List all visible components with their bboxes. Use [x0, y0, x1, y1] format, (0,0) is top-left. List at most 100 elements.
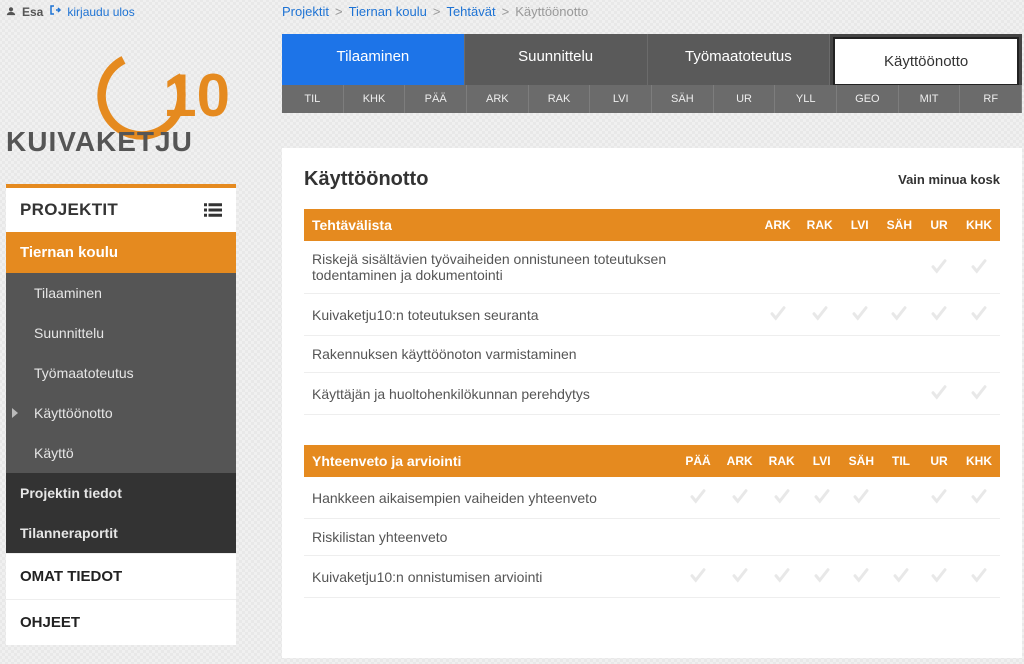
t2-header: Yhteenveto ja arviointi: [304, 445, 677, 477]
check-icon: [769, 309, 787, 325]
check-icon: [930, 309, 948, 325]
check-icon: [970, 262, 988, 278]
sidebar: PROJEKTIT Tiernan koulu Tilaaminen Suunn…: [6, 184, 236, 645]
t2-col-lvi: LVI: [803, 445, 841, 477]
main-tabs: Tilaaminen Suunnittelu Työmaatoteutus Kä…: [282, 34, 1022, 89]
sidebar-item-projektin-tiedot[interactable]: Projektin tiedot: [6, 473, 236, 513]
check-icon: [813, 492, 831, 508]
task-label: Kuivaketju10:n toteutuksen seuranta: [304, 294, 757, 336]
filter-toggle[interactable]: Vain minua kosk: [898, 172, 1000, 187]
check-icon: [689, 571, 707, 587]
table-row[interactable]: Riskejä sisältävien työvaiheiden onnistu…: [304, 241, 1000, 294]
sidebar-item-kaytto[interactable]: Käyttö: [6, 433, 236, 473]
role-sah[interactable]: SÄH: [652, 85, 714, 113]
username: Esa: [22, 5, 43, 19]
breadcrumb-projektit[interactable]: Projektit: [282, 4, 329, 19]
table-row[interactable]: Rakennuksen käyttöönoton varmistaminen: [304, 336, 1000, 373]
check-icon: [773, 492, 791, 508]
user-bar: Esa kirjaudu ulos: [6, 4, 135, 19]
role-mit[interactable]: MIT: [899, 85, 961, 113]
t1-col-ark: ARK: [757, 209, 799, 241]
check-icon: [813, 571, 831, 587]
sidebar-item-tyomaatoteutus[interactable]: Työmaatoteutus: [6, 353, 236, 393]
breadcrumb: Projektit > Tiernan koulu > Tehtävät > K…: [282, 4, 588, 19]
t1-header: Tehtävälista: [304, 209, 757, 241]
t2-col-sah: SÄH: [841, 445, 882, 477]
check-icon: [892, 571, 910, 587]
sidebar-heading-label: PROJEKTIT: [20, 200, 118, 220]
logo: KUIVAKETJU 10: [6, 48, 230, 143]
role-yll[interactable]: YLL: [775, 85, 837, 113]
table-row[interactable]: Kuivaketju10:n onnistumisen arviointi: [304, 556, 1000, 598]
t2-col-khk: KHK: [958, 445, 1000, 477]
check-icon: [811, 309, 829, 325]
check-icon: [930, 262, 948, 278]
sidebar-heading-projects[interactable]: PROJEKTIT: [6, 188, 236, 232]
t1-col-rak: RAK: [799, 209, 841, 241]
task-table-2: Yhteenveto ja arviointi PÄÄ ARK RAK LVI …: [304, 445, 1000, 598]
breadcrumb-sep: >: [502, 4, 510, 19]
check-icon: [970, 309, 988, 325]
tab-tilaaminen[interactable]: Tilaaminen: [282, 34, 465, 89]
task-label: Rakennuksen käyttöönoton varmistaminen: [304, 336, 757, 373]
logout-icon[interactable]: [49, 4, 61, 19]
check-icon: [930, 388, 948, 404]
check-icon: [930, 571, 948, 587]
table-row[interactable]: Käyttäjän ja huoltohenkilökunnan perehdy…: [304, 373, 1000, 415]
task-label: Riskejä sisältävien työvaiheiden onnistu…: [304, 241, 757, 294]
check-icon: [689, 492, 707, 508]
task-label: Kuivaketju10:n onnistumisen arviointi: [304, 556, 677, 598]
table-row[interactable]: Hankkeen aikaisempien vaiheiden yhteenve…: [304, 477, 1000, 519]
sidebar-heading-ohjeet[interactable]: OHJEET: [6, 599, 236, 645]
sidebar-item-kayttoonotto[interactable]: Käyttöönotto: [6, 393, 236, 433]
check-icon: [851, 309, 869, 325]
t2-col-ark: ARK: [719, 445, 761, 477]
role-til[interactable]: TIL: [282, 85, 344, 113]
role-paa[interactable]: PÄÄ: [405, 85, 467, 113]
breadcrumb-current: Käyttöönotto: [515, 4, 588, 19]
role-tabs: TIL KHK PÄÄ ARK RAK LVI SÄH UR YLL GEO M…: [282, 85, 1022, 113]
t2-col-til: TIL: [882, 445, 920, 477]
check-icon: [852, 571, 870, 587]
check-icon: [852, 492, 870, 508]
check-icon: [970, 492, 988, 508]
tab-kayttoonotto[interactable]: Käyttöönotto: [833, 37, 1019, 86]
t2-col-paa: PÄÄ: [677, 445, 718, 477]
sidebar-item-suunnittelu[interactable]: Suunnittelu: [6, 313, 236, 353]
check-icon: [890, 309, 908, 325]
tab-suunnittelu[interactable]: Suunnittelu: [465, 34, 648, 89]
sidebar-item-tilanneraportit[interactable]: Tilanneraportit: [6, 513, 236, 553]
sidebar-heading-omat-tiedot[interactable]: OMAT TIEDOT: [6, 553, 236, 599]
content-panel: Käyttöönotto Vain minua kosk Tehtävälist…: [282, 148, 1022, 658]
breadcrumb-tiernan[interactable]: Tiernan koulu: [349, 4, 427, 19]
logout-link[interactable]: kirjaudu ulos: [67, 5, 134, 19]
role-geo[interactable]: GEO: [837, 85, 899, 113]
role-ark[interactable]: ARK: [467, 85, 529, 113]
sidebar-item-tilaaminen[interactable]: Tilaaminen: [6, 273, 236, 313]
page-title: Käyttöönotto: [304, 168, 428, 191]
role-ur[interactable]: UR: [714, 85, 776, 113]
breadcrumb-sep: >: [335, 4, 343, 19]
task-label: Riskilistan yhteenveto: [304, 519, 677, 556]
t1-col-sah: SÄH: [879, 209, 920, 241]
tab-tyomaatoteutus[interactable]: Työmaatoteutus: [648, 34, 831, 89]
table-row[interactable]: Kuivaketju10:n toteutuksen seuranta: [304, 294, 1000, 336]
role-rf[interactable]: RF: [960, 85, 1022, 113]
check-icon: [773, 571, 791, 587]
t1-col-ur: UR: [920, 209, 958, 241]
role-lvi[interactable]: LVI: [590, 85, 652, 113]
role-rak[interactable]: RAK: [529, 85, 591, 113]
check-icon: [970, 388, 988, 404]
sidebar-active-project[interactable]: Tiernan koulu: [6, 232, 236, 273]
breadcrumb-tehtavat[interactable]: Tehtävät: [446, 4, 495, 19]
t2-col-ur: UR: [920, 445, 958, 477]
role-khk[interactable]: KHK: [344, 85, 406, 113]
list-icon[interactable]: [204, 203, 222, 217]
check-icon: [970, 571, 988, 587]
user-icon: [6, 5, 16, 19]
t2-col-rak: RAK: [761, 445, 803, 477]
check-icon: [731, 492, 749, 508]
logo-brand: KUIVAKETJU: [6, 126, 193, 158]
table-row[interactable]: Riskilistan yhteenveto: [304, 519, 1000, 556]
logo-number: 10: [163, 61, 230, 130]
